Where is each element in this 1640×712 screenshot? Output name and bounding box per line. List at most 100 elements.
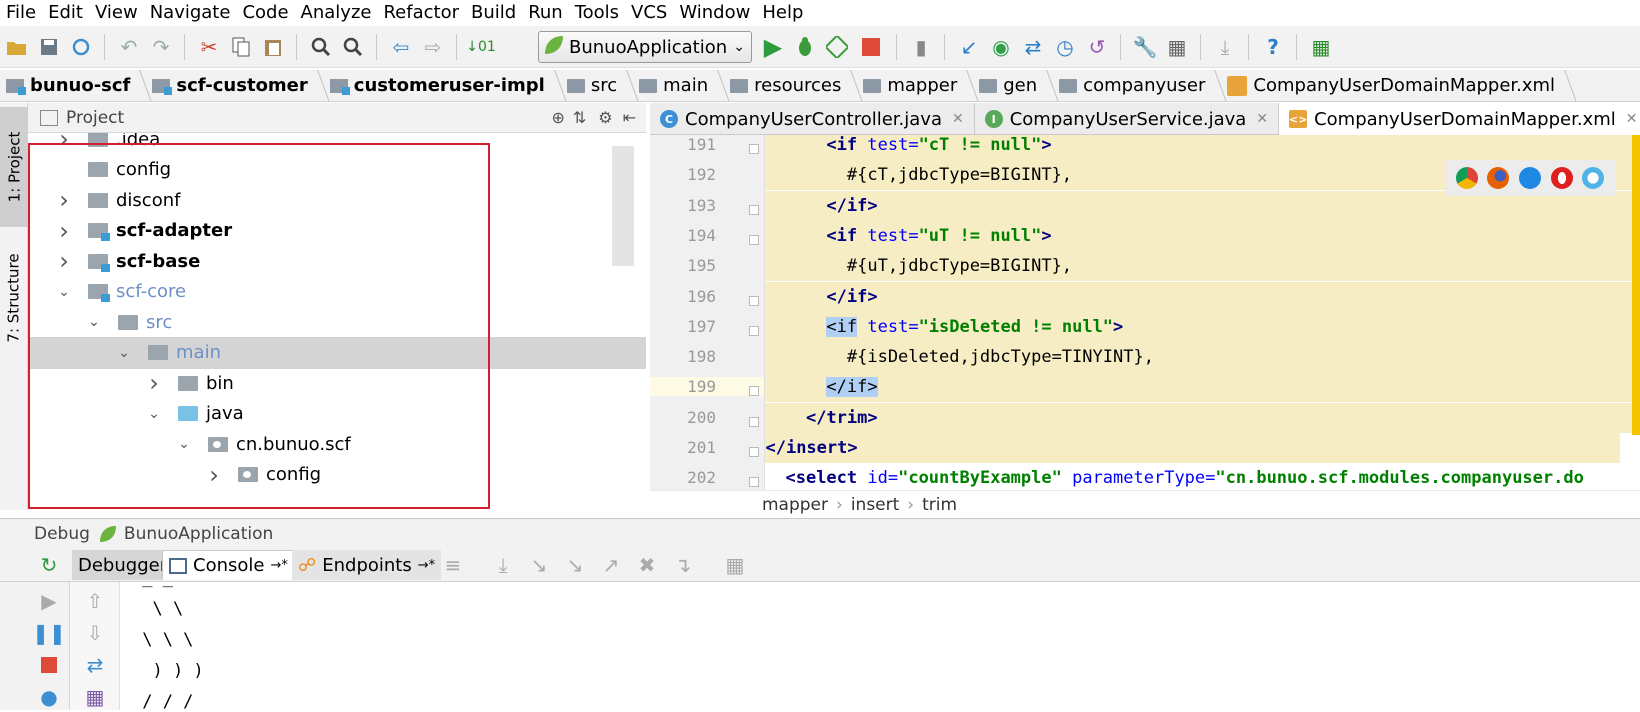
show-execution-point-icon[interactable]: ≡ [438, 550, 468, 580]
fold-marker-icon[interactable] [749, 417, 759, 427]
coverage-icon[interactable] [822, 32, 852, 62]
fold-marker-icon[interactable] [749, 477, 759, 487]
soft-wrap-icon[interactable]: ⇄ [80, 650, 110, 680]
breadcrumb-item[interactable]: companyuser [1053, 70, 1221, 102]
download-icon[interactable]: ⤓ [1210, 32, 1240, 62]
forward-icon[interactable]: ⇨ [418, 32, 448, 62]
tab-structure[interactable]: 7: Structure [0, 233, 28, 363]
menu-refactor[interactable]: Refactor [377, 2, 465, 23]
fold-marker-icon[interactable] [749, 296, 759, 306]
firefox-icon[interactable] [1487, 167, 1509, 189]
tab-console[interactable]: Console→* [162, 550, 295, 580]
plugin-icon[interactable]: ▦ [1306, 32, 1336, 62]
breadcrumb-item[interactable]: mapper [857, 70, 973, 102]
breadcrumb-item[interactable]: src [561, 70, 633, 102]
view-breakpoints-icon[interactable]: ● [34, 682, 64, 712]
breadcrumb-item[interactable]: customeruser-impl [324, 70, 561, 102]
resume-icon[interactable]: ▶ [34, 586, 64, 616]
cut-icon[interactable]: ✂ [194, 32, 224, 62]
collapse-all-icon[interactable]: ⇅ [573, 108, 586, 127]
help-icon[interactable]: ? [1258, 32, 1288, 62]
force-step-into-icon[interactable]: ↘ [560, 550, 590, 580]
vcs-revert-icon[interactable]: ↺ [1082, 32, 1112, 62]
close-icon[interactable]: ✕ [952, 111, 964, 127]
breadcrumb-item[interactable]: CompanyUserDomainMapper.xml [1221, 70, 1571, 102]
redo-icon[interactable]: ↷ [146, 32, 176, 62]
stop-icon[interactable] [856, 32, 886, 62]
fold-marker-icon[interactable] [749, 144, 759, 154]
safari-icon[interactable] [1519, 167, 1541, 189]
tab-endpoints[interactable]: ☍Endpoints→* [292, 550, 441, 580]
editor-tab[interactable]: ICompanyUserService.java✕ [975, 103, 1279, 135]
step-into-icon[interactable]: ↘ [524, 550, 554, 580]
locate-icon[interactable]: ⊕ [551, 108, 564, 127]
menu-help[interactable]: Help [756, 2, 809, 23]
copy-icon[interactable] [226, 32, 256, 62]
close-icon[interactable]: ✕ [1626, 111, 1638, 127]
step-over-icon[interactable]: ⤓ [488, 550, 518, 580]
close-icon[interactable]: ✕ [1256, 111, 1268, 127]
fold-marker-icon[interactable] [749, 386, 759, 396]
breadcrumb-item[interactable]: scf-customer [146, 70, 323, 102]
step-out-icon[interactable]: ↗ [596, 550, 626, 580]
ie-icon[interactable] [1582, 167, 1604, 189]
fold-marker-icon[interactable] [749, 447, 759, 457]
editor-tab[interactable]: <>CompanyUserDomainMapper.xml✕ [1279, 103, 1640, 135]
breadcrumb-item[interactable]: main [633, 70, 724, 102]
sync-icon[interactable] [66, 32, 96, 62]
fold-marker-icon[interactable] [749, 326, 759, 336]
breadcrumb-item[interactable]: resources [724, 70, 857, 102]
menu-edit[interactable]: Edit [42, 2, 89, 23]
undo-icon[interactable]: ↶ [114, 32, 144, 62]
drop-frame-icon[interactable]: ✖ [632, 550, 662, 580]
menu-code[interactable]: Code [236, 2, 294, 23]
menu-vcs[interactable]: VCS [625, 2, 673, 23]
pause-icon[interactable]: ❚❚ [34, 618, 64, 648]
menu-run[interactable]: Run [522, 2, 569, 23]
debug-icon[interactable] [790, 32, 820, 62]
vcs-compare-icon[interactable]: ⇄ [1018, 32, 1048, 62]
menu-navigate[interactable]: Navigate [144, 2, 237, 23]
menu-file[interactable]: File [0, 2, 42, 23]
evaluate-icon[interactable]: ▦ [720, 550, 750, 580]
tab-debugger[interactable]: Debugger [72, 550, 173, 580]
paste-icon[interactable] [258, 32, 288, 62]
stop-icon[interactable] [34, 650, 64, 680]
fold-marker-icon[interactable] [749, 235, 759, 245]
find-usages-icon[interactable] [338, 32, 368, 62]
editor-breadcrumb-item[interactable]: insert [851, 495, 899, 515]
chrome-icon[interactable] [1456, 167, 1478, 189]
project-structure-icon[interactable]: ▦ [1162, 32, 1192, 62]
gear-icon[interactable]: ⚙ [598, 108, 612, 127]
build-icon[interactable]: ↓01 [466, 32, 496, 62]
run-configuration-select[interactable]: BunuoApplication ⌄ [538, 31, 752, 63]
vcs-commit-icon[interactable]: ◉ [986, 32, 1016, 62]
hide-panel-icon[interactable]: ⇤ [623, 108, 636, 127]
settings-icon[interactable]: 🔧 [1130, 32, 1160, 62]
editor-breadcrumb-item[interactable]: trim [922, 495, 957, 515]
editor-tab[interactable]: CCompanyUserController.java✕ [650, 103, 975, 135]
debug-config-label[interactable]: BunuoApplication [124, 524, 273, 544]
back-icon[interactable]: ⇦ [386, 32, 416, 62]
fold-marker-icon[interactable] [749, 205, 759, 215]
up-stack-icon[interactable]: ⇧ [80, 586, 110, 616]
breadcrumb-item[interactable]: gen [973, 70, 1053, 102]
menu-view[interactable]: View [89, 2, 144, 23]
save-icon[interactable] [34, 32, 64, 62]
breadcrumb-item[interactable]: bunuo-scf [0, 70, 146, 102]
console-output[interactable]: _ _ \ \ \ \ \ ) ) ) / / / [120, 582, 1640, 710]
editor-breadcrumb-item[interactable]: mapper [762, 495, 828, 515]
opera-icon[interactable] [1551, 167, 1573, 189]
vcs-history-icon[interactable]: ◷ [1050, 32, 1080, 62]
rerun-icon[interactable]: ↻ [34, 550, 64, 580]
menu-tools[interactable]: Tools [569, 2, 625, 23]
down-stack-icon[interactable]: ⇩ [80, 618, 110, 648]
run-to-cursor-icon[interactable]: ↴ [668, 550, 698, 580]
scroll-to-end-icon[interactable]: ▦ [80, 682, 110, 712]
open-folder-icon[interactable] [2, 32, 32, 62]
tab-project[interactable]: 1: Project [0, 107, 28, 227]
run-icon[interactable]: ▶ [758, 32, 788, 62]
menu-window[interactable]: Window [673, 2, 756, 23]
find-icon[interactable] [306, 32, 336, 62]
menu-build[interactable]: Build [465, 2, 522, 23]
